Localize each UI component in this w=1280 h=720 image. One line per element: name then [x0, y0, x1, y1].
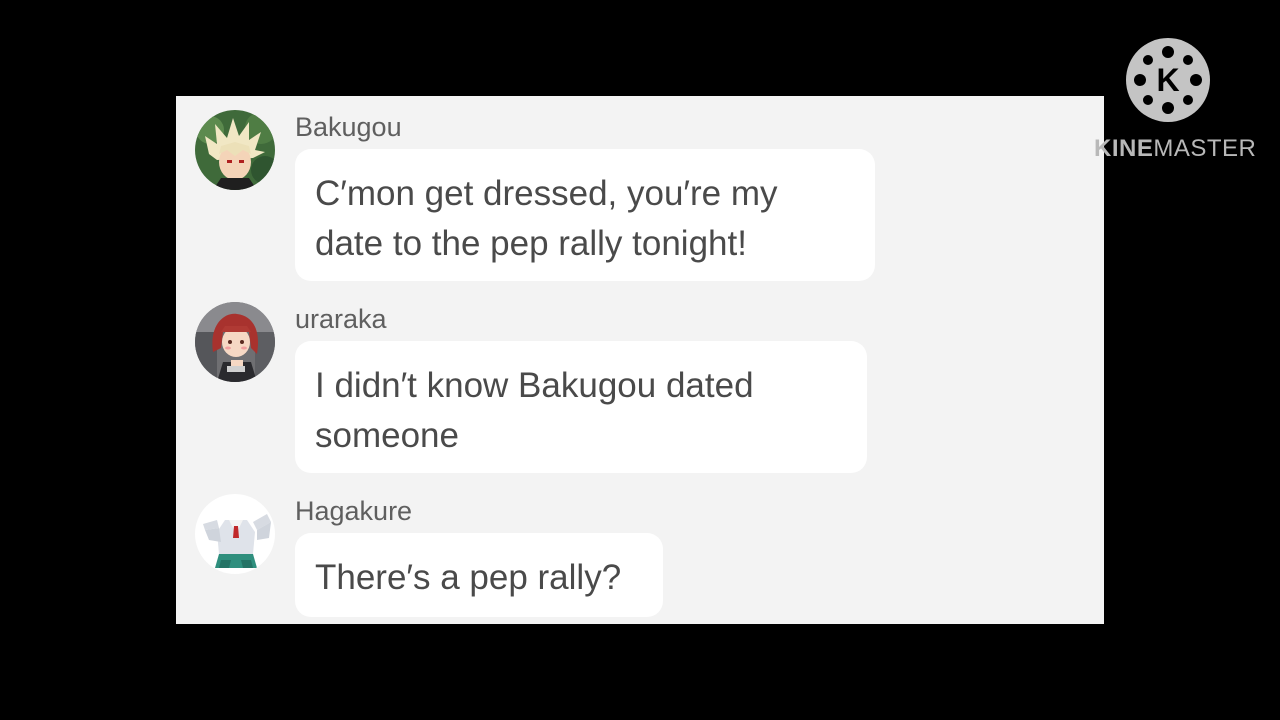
message-bubble[interactable]: C′mon get dressed, you′re my date to the…: [295, 149, 875, 281]
kinemaster-logo-icon: K: [1126, 38, 1210, 122]
message-bubble[interactable]: I didn′t know Bakugou dated someone: [295, 341, 867, 473]
sender-name: Hagakure: [295, 496, 413, 526]
message-line: C′mon get dressed, you′re my: [315, 174, 778, 213]
message-line: I didn′t know Bakugou dated: [315, 366, 754, 405]
bakugou-avatar-icon[interactable]: [195, 110, 275, 190]
uraraka-avatar-icon[interactable]: [195, 302, 275, 382]
message-line: date to the pep rally tonight!: [315, 224, 747, 263]
message-line: There′s a pep rally?: [315, 558, 622, 597]
logo-letter: K: [1156, 62, 1179, 98]
sender-name: Bakugou: [295, 112, 402, 142]
message-bubble[interactable]: There′s a pep rally?: [295, 533, 663, 617]
chat-panel: Bakugou C′mon get dressed, you′re my dat…: [176, 96, 1104, 624]
watermark-text: KINEMASTER: [1094, 136, 1256, 162]
kinemaster-watermark: K KINEMASTER: [1092, 38, 1256, 168]
watermark-text-part1: KINE: [1094, 135, 1154, 162]
sender-name: uraraka: [295, 304, 387, 334]
watermark-text-part2: MASTER: [1153, 135, 1257, 162]
hagakure-avatar-icon[interactable]: [195, 494, 275, 574]
message-line: someone: [315, 416, 459, 455]
